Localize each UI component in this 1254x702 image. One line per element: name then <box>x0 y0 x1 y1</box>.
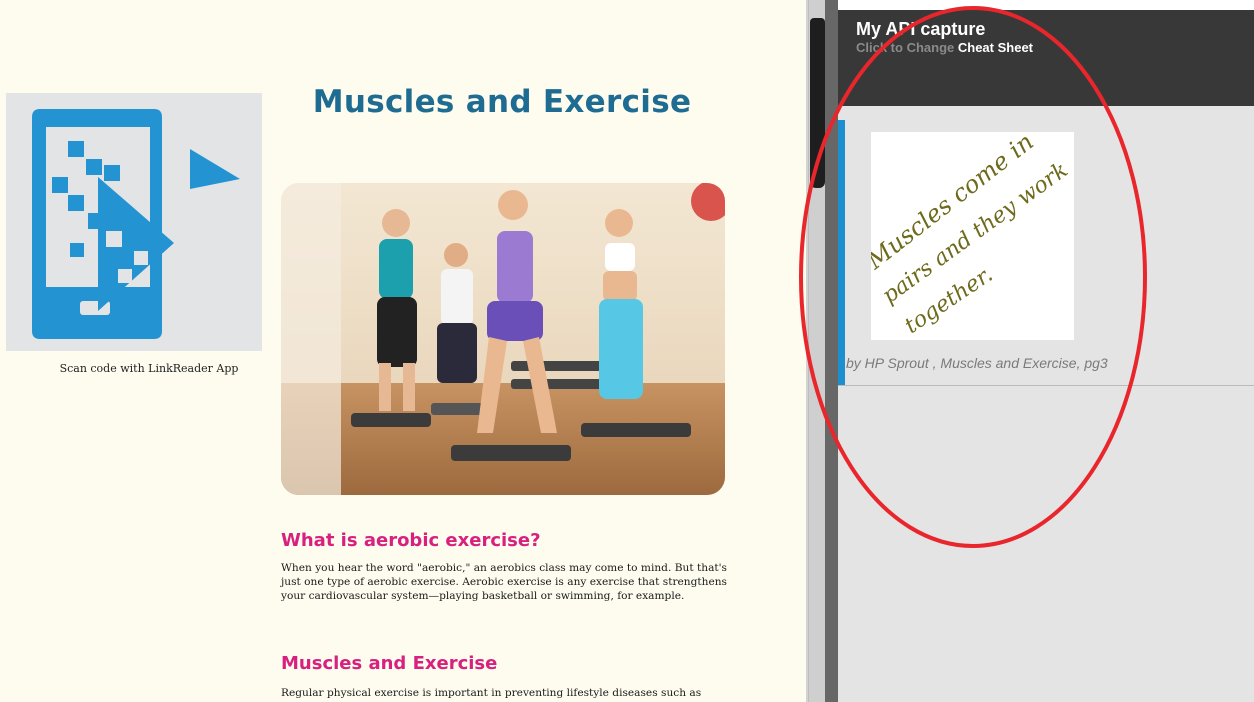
aerobics-class-photo <box>281 183 725 495</box>
change-label[interactable]: Click to Change <box>856 40 954 55</box>
section-text-muscles: Regular physical exercise is important i… <box>281 687 702 699</box>
document-page: Scan code with LinkReader App Muscles an… <box>0 0 806 702</box>
panel-top-gap <box>838 0 1254 10</box>
section-heading-muscles: Muscles and Exercise <box>281 653 498 674</box>
section-heading-aerobic: What is aerobic exercise? <box>281 530 541 551</box>
capture-source-caption: by HP Sprout , Muscles and Exercise, pg3 <box>846 355 1108 371</box>
scrollbar-thumb[interactable] <box>810 18 825 188</box>
linkreader-logo-icon[interactable] <box>6 93 262 351</box>
cheat-sheet-label[interactable]: Cheat Sheet <box>958 40 1033 55</box>
capture-card[interactable]: Muscles come in pairs and they work toge… <box>838 120 1254 386</box>
panel-splitter[interactable] <box>825 0 838 702</box>
capture-panel: My API capture Click to Change Cheat She… <box>838 0 1254 702</box>
panel-header: My API capture Click to Change Cheat She… <box>838 10 1254 106</box>
page-title: Muscles and Exercise <box>312 84 692 120</box>
section-text-aerobic: When you hear the word "aerobic," an aer… <box>281 562 727 602</box>
handwriting-capture-image[interactable]: Muscles come in pairs and they work toge… <box>871 132 1074 340</box>
panel-title: My API capture <box>856 19 986 39</box>
selection-indicator <box>838 120 845 385</box>
qr-caption: Scan code with LinkReader App <box>59 362 239 375</box>
change-cheat-sheet-link[interactable]: Click to Change Cheat Sheet <box>856 40 1033 55</box>
